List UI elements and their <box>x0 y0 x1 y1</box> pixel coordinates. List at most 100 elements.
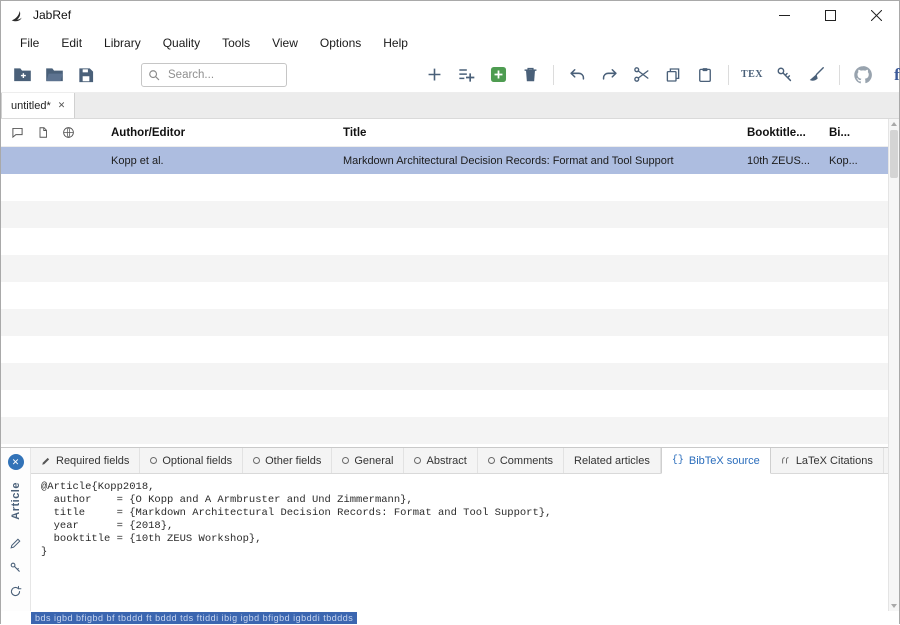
background-text-strip: bds igbd bfigbd bf tbddd ft bddd tds fti… <box>1 611 899 625</box>
library-tab-bar: untitled* ✕ <box>1 93 899 119</box>
menu-library[interactable]: Library <box>93 32 152 54</box>
menu-options[interactable]: Options <box>309 32 372 54</box>
cell-booktitle: 10th ZEUS... <box>741 155 825 167</box>
table-row-empty <box>1 174 899 201</box>
tab-related-articles[interactable]: Related articles <box>564 448 661 473</box>
tab-close-icon[interactable]: ✕ <box>58 100 66 111</box>
menu-help[interactable]: Help <box>372 32 419 54</box>
circle-icon <box>253 457 260 464</box>
table-row-empty <box>1 417 899 444</box>
close-entry-editor-button[interactable]: ✕ <box>8 454 24 470</box>
toolbar-separator <box>728 65 729 85</box>
entry-editor-tabs: Required fields Optional fields Other fi… <box>31 448 899 474</box>
toolbar: TEX f <box>1 57 899 93</box>
generate-keys-button[interactable] <box>771 62 797 88</box>
table-row-empty <box>1 336 899 363</box>
table-row-empty <box>1 309 899 336</box>
search-box <box>141 63 287 87</box>
entry-editor-sidebar: ✕ Article » <box>1 448 31 611</box>
generate-key-icon[interactable] <box>7 560 25 576</box>
tab-optional-fields[interactable]: Optional fields <box>140 448 243 473</box>
menu-quality[interactable]: Quality <box>152 32 211 54</box>
save-library-button[interactable] <box>73 62 99 88</box>
entry-type-label[interactable]: Article <box>10 482 22 520</box>
undo-button[interactable] <box>564 62 590 88</box>
search-input[interactable] <box>141 63 287 87</box>
toolbar-separator <box>839 65 840 85</box>
tab-bibtex-source[interactable]: {} BibTeX source <box>661 448 771 474</box>
table-row-selected[interactable]: Kopp et al. Markdown Architectural Decis… <box>1 147 899 174</box>
column-header-author[interactable]: Author/Editor <box>101 127 333 139</box>
column-header-bibtexkey[interactable]: Bi... <box>825 127 887 139</box>
menu-tools[interactable]: Tools <box>211 32 261 54</box>
cell-bibtexkey: Kop... <box>825 155 887 167</box>
github-icon[interactable] <box>850 62 876 88</box>
library-tab-untitled[interactable]: untitled* ✕ <box>1 93 75 118</box>
entry-editor: ✕ Article » Required fields <box>1 447 899 611</box>
scroll-down-arrow[interactable] <box>889 601 899 611</box>
menu-view[interactable]: View <box>261 32 309 54</box>
table-row-empty <box>1 255 899 282</box>
tex-icon: TEX <box>741 69 763 80</box>
file-column-icon[interactable] <box>37 126 49 139</box>
bibtex-source-editor[interactable]: @Article{Kopp2018, author = {O Kopp and … <box>31 474 899 559</box>
new-entry-button[interactable] <box>421 62 447 88</box>
cell-title: Markdown Architectural Decision Records:… <box>333 155 741 167</box>
new-library-button[interactable] <box>9 62 35 88</box>
scroll-up-arrow[interactable] <box>889 119 899 129</box>
library-tab-label: untitled* <box>11 100 51 112</box>
delete-entry-button[interactable] <box>517 62 543 88</box>
cell-author: Kopp et al. <box>101 155 333 167</box>
background-selected-text: bds igbd bfigbd bf tbddd ft bddd tds fti… <box>31 612 357 624</box>
special-columns <box>1 126 101 139</box>
bibtex-source-panel: @Article{Kopp2018, author = {O Kopp and … <box>31 474 899 611</box>
refresh-icon[interactable] <box>7 584 25 600</box>
comment-column-icon[interactable] <box>11 126 24 139</box>
open-library-button[interactable] <box>41 62 67 88</box>
tab-abstract[interactable]: Abstract <box>404 448 477 473</box>
menu-edit[interactable]: Edit <box>50 32 93 54</box>
table-empty-rows <box>1 174 899 444</box>
tab-latex-citations[interactable]: LaTeX Citations <box>771 448 884 473</box>
cut-button[interactable] <box>628 62 654 88</box>
minimize-button[interactable] <box>761 1 807 29</box>
pen-icon <box>41 456 51 466</box>
circle-icon <box>342 457 349 464</box>
close-button[interactable] <box>853 1 899 29</box>
window-title: JabRef <box>33 8 71 22</box>
maximize-button[interactable] <box>807 1 853 29</box>
menu-file[interactable]: File <box>9 32 50 54</box>
vertical-scrollbar[interactable] <box>888 119 899 611</box>
table-row-empty <box>1 390 899 417</box>
tab-required-fields[interactable]: Required fields <box>31 448 140 473</box>
redo-button[interactable] <box>596 62 622 88</box>
window-controls <box>761 1 899 29</box>
push-to-latex-button[interactable]: TEX <box>739 62 765 88</box>
import-entries-button[interactable] <box>485 62 511 88</box>
tab-general[interactable]: General <box>332 448 404 473</box>
cleanup-entries-button[interactable] <box>803 62 829 88</box>
tab-other-fields[interactable]: Other fields <box>243 448 332 473</box>
column-header-booktitle[interactable]: Booktitle... <box>741 127 825 139</box>
circle-icon <box>150 457 157 464</box>
table-row-empty <box>1 363 899 390</box>
facebook-icon[interactable]: f <box>884 62 900 88</box>
table-header-row: Author/Editor Title Booktitle... Bi... <box>1 119 899 147</box>
paste-button[interactable] <box>692 62 718 88</box>
toolbar-separator <box>553 65 554 85</box>
jabref-window: JabRef File Edit Library Quality Tools V… <box>0 0 900 624</box>
jabref-logo-icon <box>9 7 25 23</box>
new-entry-from-plaintext-button[interactable] <box>453 62 479 88</box>
circle-icon <box>488 457 495 464</box>
tab-comments[interactable]: Comments <box>478 448 564 473</box>
table-row-empty <box>1 282 899 309</box>
search-icon <box>147 68 161 82</box>
url-column-icon[interactable] <box>62 126 75 139</box>
copy-button[interactable] <box>660 62 686 88</box>
title-bar: JabRef <box>1 1 899 29</box>
scrollbar-thumb[interactable] <box>890 130 898 178</box>
entry-table: Author/Editor Title Booktitle... Bi... K… <box>1 119 899 447</box>
edit-entry-icon[interactable] <box>7 536 25 552</box>
braces-icon: {} <box>672 455 684 466</box>
column-header-title[interactable]: Title <box>333 127 741 139</box>
